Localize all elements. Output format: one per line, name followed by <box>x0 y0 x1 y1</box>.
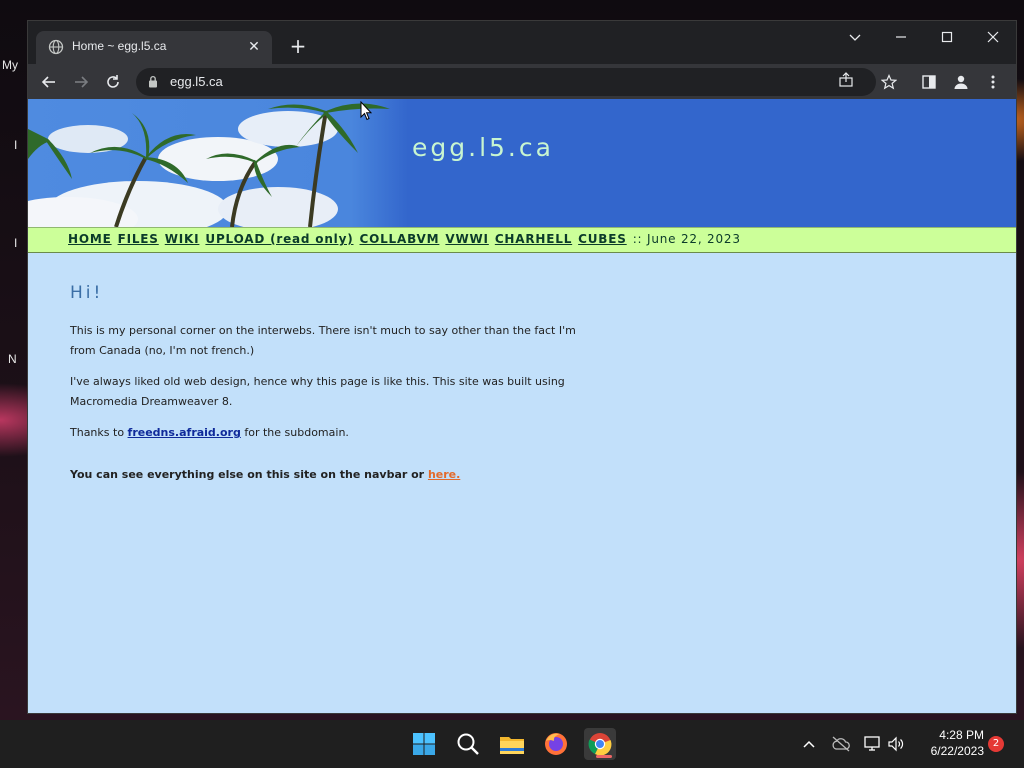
maximize-button[interactable] <box>924 23 970 51</box>
nav-date: June 22, 2023 <box>647 232 741 246</box>
system-clock[interactable]: 4:28 PM 6/22/2023 <box>914 727 984 759</box>
search-icon <box>457 733 479 755</box>
thanks-text: Thanks to <box>70 426 125 439</box>
menu-button[interactable] <box>980 69 1006 95</box>
nav-link-collabvm[interactable]: COLLABVM <box>360 232 440 246</box>
browser-toolbar: egg.l5.ca <box>28 64 1016 99</box>
site-navbar: HOME FILES WIKI UPLOAD (read only) COLLABVM V… <box>28 227 1016 253</box>
volume-icon[interactable] <box>887 735 905 753</box>
nav-link-upload[interactable]: UPLOAD (read only) <box>205 232 353 246</box>
nav-link-files[interactable]: FILES <box>118 232 159 246</box>
reload-button[interactable] <box>100 69 126 95</box>
page-heading: Hi! <box>70 283 104 303</box>
side-panel-icon <box>922 75 936 89</box>
intro-paragraph: This is my personal corner on the interw… <box>70 324 576 357</box>
browser-window: Home ~ egg.l5.ca ✕ + egg.l5.ca egg.l5.ca… <box>28 21 1016 713</box>
minimize-button[interactable] <box>878 23 924 51</box>
active-app-indicator <box>596 755 612 758</box>
desktop-icon-label[interactable]: I <box>14 138 17 152</box>
file-explorer-button[interactable] <box>496 728 528 760</box>
taskbar: 4:28 PM 6/22/2023 <box>0 720 1024 768</box>
mouse-cursor-icon <box>360 101 372 121</box>
windows-start-icon <box>413 733 435 755</box>
lock-icon[interactable] <box>148 75 158 88</box>
tab-search-button[interactable] <box>832 23 878 51</box>
navbar-note-paragraph: You can see everything else on this site… <box>70 465 590 485</box>
network-icon[interactable] <box>863 735 881 753</box>
nav-link-cubes[interactable]: CUBES <box>578 232 627 246</box>
url-text[interactable]: egg.l5.ca <box>170 74 223 89</box>
clock-date: 6/22/2023 <box>930 744 984 758</box>
thanks-paragraph: Thanks to freedns.afraid.org for the sub… <box>70 423 590 443</box>
close-icon <box>987 31 999 43</box>
profile-button[interactable] <box>948 69 974 95</box>
share-button[interactable] <box>838 72 858 92</box>
thanks-text-end: for the subdomain. <box>244 426 349 439</box>
more-vertical-icon <box>991 75 995 89</box>
desktop-icon-label[interactable]: I <box>14 236 17 250</box>
back-arrow-icon <box>41 76 55 88</box>
onedrive-cloud-icon[interactable] <box>831 736 851 752</box>
navbar-note-text: You can see everything else on this site… <box>70 468 425 481</box>
share-icon <box>839 72 853 87</box>
desktop-icon-label[interactable]: N <box>8 352 17 366</box>
bookmark-button[interactable] <box>876 69 902 95</box>
tab-strip: Home ~ egg.l5.ca ✕ + <box>28 21 1016 64</box>
back-button[interactable] <box>36 69 62 95</box>
site-title: egg.l5.ca <box>412 133 554 162</box>
new-tab-button[interactable]: + <box>286 34 310 58</box>
close-window-button[interactable] <box>970 23 1016 51</box>
desktop-icon-label[interactable]: My <box>2 58 18 72</box>
side-panel-button[interactable] <box>916 69 942 95</box>
maximize-icon <box>941 31 953 43</box>
nav-link-vwwi[interactable]: VWWI <box>445 232 488 246</box>
browser-tab[interactable]: Home ~ egg.l5.ca ✕ <box>36 31 272 64</box>
forward-button[interactable] <box>68 69 94 95</box>
nav-link-charhell[interactable]: CHARHELL <box>495 232 572 246</box>
chevron-down-icon <box>849 34 861 41</box>
web-page: egg.l5.ca HOME FILES WIKI UPLOAD (read only… <box>28 99 1016 713</box>
design-paragraph: I've always liked old web design, hence … <box>70 375 565 408</box>
here-link[interactable]: here. <box>428 468 460 481</box>
firefox-icon <box>545 733 567 755</box>
reload-icon <box>107 75 119 88</box>
minimize-icon <box>896 36 906 38</box>
firefox-button[interactable] <box>540 728 572 760</box>
star-icon <box>881 74 897 90</box>
nav-link-home[interactable]: HOME <box>68 232 112 246</box>
freedns-link[interactable]: freedns.afraid.org <box>128 426 241 439</box>
start-button[interactable] <box>408 728 440 760</box>
chevron-up-icon[interactable] <box>802 737 816 751</box>
palm-trees-banner-image <box>28 99 408 227</box>
forward-arrow-icon <box>75 76 89 88</box>
site-banner: egg.l5.ca <box>28 99 1016 227</box>
globe-icon <box>48 39 64 55</box>
taskbar-search-button[interactable] <box>452 728 484 760</box>
profile-icon <box>954 75 968 89</box>
clock-time: 4:28 PM <box>939 728 984 742</box>
nav-separator: :: <box>632 232 643 246</box>
main-content: Hi! This is my personal corner on the in… <box>70 283 590 496</box>
close-tab-icon[interactable]: ✕ <box>244 37 264 57</box>
notification-badge[interactable]: 2 <box>988 736 1004 752</box>
nav-link-wiki[interactable]: WIKI <box>165 232 200 246</box>
tab-title: Home ~ egg.l5.ca <box>72 39 167 53</box>
file-explorer-icon <box>500 737 524 754</box>
chrome-button[interactable] <box>584 728 616 760</box>
address-bar[interactable]: egg.l5.ca <box>136 68 876 96</box>
